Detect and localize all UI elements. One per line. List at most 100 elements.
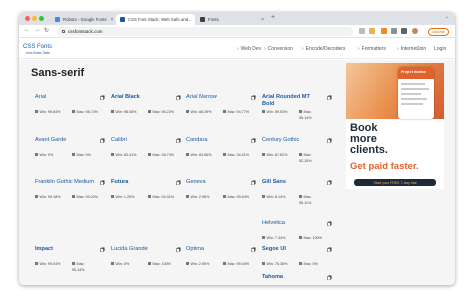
font-name-link[interactable]: Futura <box>111 179 171 186</box>
update-button[interactable]: Update <box>428 27 449 36</box>
copy-icon[interactable] <box>327 138 332 143</box>
copy-icon[interactable] <box>100 180 105 185</box>
tab-fonts[interactable]: Fonts × <box>196 14 268 25</box>
copy-icon[interactable] <box>327 247 332 252</box>
font-name-link[interactable]: Franklin Gothic Medium <box>35 179 95 186</box>
font-name-link[interactable]: Arial Black <box>111 94 171 101</box>
profile-avatar[interactable] <box>412 28 418 34</box>
close-tab-icon[interactable]: × <box>106 17 113 23</box>
windows-logo-icon <box>111 153 114 157</box>
copy-icon[interactable] <box>100 138 105 143</box>
nav-label: Login <box>434 46 447 52</box>
nav-label: Internet <box>400 46 418 52</box>
mac-usage-stat: Mac: <box>299 153 312 157</box>
mac-usage-stat: 95.11% <box>299 201 311 205</box>
apple-logo-icon <box>223 153 226 157</box>
stat-value: Win: 59.53% <box>266 110 288 114</box>
tab-roboto[interactable]: Roboto - Google Fonts × <box>51 14 115 25</box>
maximize-window-icon[interactable] <box>39 16 44 21</box>
ad-cta-button[interactable]: Start your FREE 7-day trial <box>354 179 436 186</box>
bookmark-star-icon[interactable] <box>369 28 375 34</box>
copy-icon[interactable] <box>327 275 332 280</box>
font-name-link[interactable]: Geneva <box>186 179 246 186</box>
font-card: Calibri Win: 83.41% Mac: 38.74% <box>111 137 183 175</box>
copy-icon[interactable] <box>100 247 105 252</box>
copy-icon[interactable] <box>327 95 332 100</box>
nav-formatters[interactable]: › Formatters <box>358 39 386 59</box>
font-name-link[interactable]: Gill Sans <box>262 179 322 186</box>
nav-conversion[interactable]: › Conversion <box>264 39 293 59</box>
font-name-link[interactable]: Candara <box>186 137 246 144</box>
nav-web-dev[interactable]: › Web Dev <box>237 39 261 59</box>
ad-phone-label: Project Invoice <box>398 67 434 79</box>
font-name-link[interactable]: Calibri <box>111 137 171 144</box>
close-window-icon[interactable] <box>25 16 30 21</box>
font-card: Geneva Win: 2.96% Mac: 99.64% <box>186 179 258 217</box>
copy-icon[interactable] <box>327 221 332 226</box>
mac-usage-stat: Mac: 99.04% <box>223 262 249 266</box>
mac-usage-stat: Mac: 94.41% <box>148 195 174 199</box>
close-tab-icon[interactable]: × <box>257 17 264 23</box>
metamask-extension-icon[interactable] <box>381 28 387 34</box>
nav-join[interactable]: Join <box>417 39 426 59</box>
font-name-link[interactable]: Avant Garde <box>35 137 95 144</box>
font-card: Arial Rounded MT Bold Win: 59.53% Mac: 95.1… <box>262 94 334 132</box>
new-tab-icon[interactable]: + <box>271 14 275 21</box>
windows-logo-icon <box>111 110 114 114</box>
stat-value: Win: 83.56% <box>190 153 212 157</box>
tab-search-chevron-icon[interactable]: ⌄ <box>445 14 449 20</box>
windows-logo-icon <box>35 262 38 266</box>
copy-icon[interactable] <box>327 180 332 185</box>
tab-cssfontstack[interactable]: CSS Font Stack: Web Safe and... × <box>116 14 195 25</box>
site-logo[interactable]: CSS Fonts <box>23 44 52 50</box>
copy-icon[interactable] <box>176 138 181 143</box>
font-name-link[interactable]: Impact <box>35 246 95 253</box>
google-fonts-favicon-icon <box>55 17 60 22</box>
font-name-link[interactable]: Lucida Grande <box>111 246 171 253</box>
font-name-link[interactable]: Arial <box>35 94 95 101</box>
copy-icon[interactable] <box>176 247 181 252</box>
stat-value: Win: 2.96% <box>190 195 210 199</box>
copy-icon[interactable] <box>100 95 105 100</box>
font-name-link[interactable]: Arial Rounded MT Bold <box>262 94 322 107</box>
copy-icon[interactable] <box>176 95 181 100</box>
copy-icon[interactable] <box>176 180 181 185</box>
share-icon[interactable] <box>359 28 365 34</box>
mac-usage-stat: Mac: <box>299 110 312 114</box>
puzzle-extensions-icon[interactable] <box>401 28 407 34</box>
font-name-link[interactable]: Arial Narrow <box>186 94 246 101</box>
font-name-link[interactable]: Tahoma <box>262 274 322 281</box>
stat-value: Win: 1.26% <box>115 195 135 199</box>
font-name-link[interactable]: Century Gothic <box>262 137 322 144</box>
nav-internet[interactable]: › Internet <box>397 39 418 59</box>
font-name-link[interactable]: Helvetica <box>262 220 322 227</box>
update-label: Update <box>432 29 445 34</box>
copy-icon[interactable] <box>251 247 256 252</box>
copy-icon[interactable] <box>251 180 256 185</box>
windows-usage-stat: Win: 98.08% <box>111 110 136 114</box>
nav-encode-decoders[interactable]: › Encode/Decoders <box>302 39 345 59</box>
apple-logo-icon <box>223 195 226 199</box>
apple-logo-icon <box>148 262 151 266</box>
font-name-link[interactable]: Segoe UI <box>262 246 322 253</box>
nav-label: Encode/Decoders <box>305 46 346 52</box>
windows-usage-stat: Win: 83.56% <box>186 153 211 157</box>
forward-arrow-icon[interactable]: → <box>34 27 40 33</box>
stat-value: Win: 0% <box>39 153 54 157</box>
font-card: Avant Garde Win: 0% Mac: 0% <box>35 137 107 175</box>
advertisement-banner[interactable]: Project Invoice Book more clients. Get p… <box>346 63 444 189</box>
close-tab-icon[interactable]: × <box>192 17 195 23</box>
back-arrow-icon[interactable]: ← <box>24 27 30 33</box>
windows-logo-icon <box>186 262 189 266</box>
extension-icon[interactable] <box>391 28 397 34</box>
windows-logo-icon <box>262 262 265 266</box>
nav-login[interactable]: Login <box>434 39 446 59</box>
address-bar[interactable]: cssfontstack.com <box>57 27 353 36</box>
font-card: Lucida Grande Win: 0% Mac: 100% <box>111 246 183 284</box>
minimize-window-icon[interactable] <box>32 16 37 21</box>
reload-icon[interactable]: ↻ <box>44 27 49 34</box>
copy-icon[interactable] <box>251 138 256 143</box>
copy-icon[interactable] <box>251 95 256 100</box>
font-card: Franklin Gothic Medium Win: 99.18% Mac: 99… <box>35 179 107 217</box>
font-name-link[interactable]: Optima <box>186 246 246 253</box>
